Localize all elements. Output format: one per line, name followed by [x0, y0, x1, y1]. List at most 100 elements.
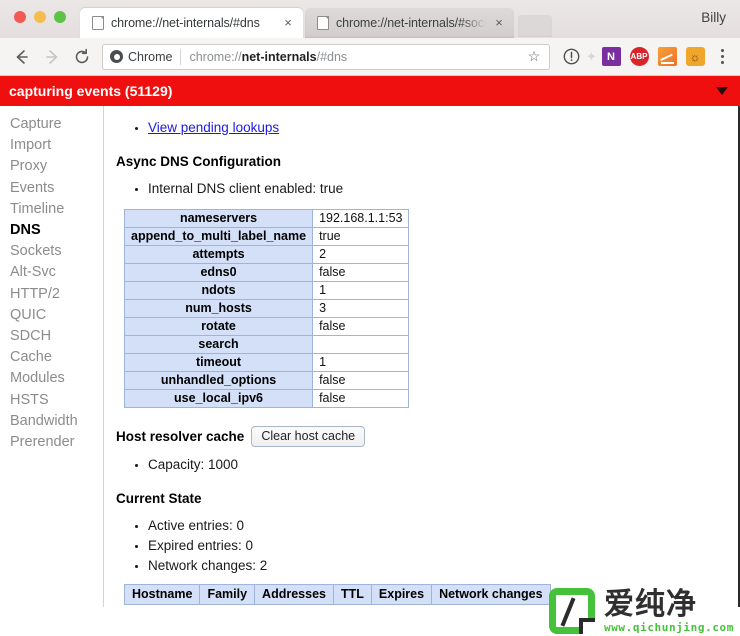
config-key: attempts — [123, 245, 314, 264]
list-item: Capacity: 1000 — [148, 455, 738, 475]
column-header-ttl[interactable]: TTL — [332, 584, 372, 605]
internal-dns-client-list: Internal DNS client enabled: true — [112, 179, 738, 199]
tab-title: chrome://net-internals/#dns — [111, 16, 260, 30]
bookmark-star-icon[interactable]: ☆ — [525, 48, 543, 65]
minimize-window-button[interactable] — [34, 11, 46, 23]
capacity-list: Capacity: 1000 — [112, 455, 738, 475]
page-body: Capture Import Proxy Events Timeline DNS… — [0, 106, 740, 607]
sidebar-item-cache[interactable]: Cache — [10, 347, 103, 368]
clear-host-cache-button[interactable]: Clear host cache — [251, 426, 366, 447]
config-key: timeout — [123, 353, 314, 372]
browser-toolbar: Chrome chrome://net-internals/#dns ☆ ✦ N… — [0, 38, 740, 76]
config-value: 1 — [312, 281, 410, 300]
table-row: ndots 1 — [123, 281, 410, 300]
column-header-expires[interactable]: Expires — [370, 584, 433, 605]
config-value: 1 — [312, 353, 410, 372]
config-key: edns0 — [123, 263, 314, 282]
onenote-extension-icon[interactable]: N — [598, 44, 624, 70]
pumpkin-glyph: ☼ — [685, 47, 705, 66]
reload-icon[interactable] — [68, 43, 96, 71]
sidebar-item-http2[interactable]: HTTP/2 — [10, 284, 103, 305]
async-dns-configuration-heading: Async DNS Configuration — [116, 154, 282, 169]
host-resolver-cache-heading: Host resolver cache — [116, 429, 245, 444]
table-row: rotate false — [123, 317, 410, 336]
table-row: use_local_ipv6 false — [123, 389, 410, 408]
list-item: Expired entries: 0 — [148, 536, 738, 556]
dns-panel: View pending lookups Async DNS Configura… — [104, 106, 738, 607]
page-icon — [317, 16, 329, 30]
page-icon — [92, 16, 104, 30]
sidebar-item-bandwidth[interactable]: Bandwidth — [10, 411, 103, 432]
close-icon[interactable]: × — [492, 16, 506, 30]
sidebar-item-modules[interactable]: Modules — [10, 368, 103, 389]
sidebar-item-quic[interactable]: QUIC — [10, 305, 103, 326]
chart-glyph — [657, 47, 677, 66]
config-key: ndots — [123, 281, 314, 300]
dns-config-table: nameservers 192.168.1.1:53 append_to_mul… — [123, 209, 410, 408]
abp-glyph: ABP — [629, 47, 649, 66]
forward-icon[interactable] — [38, 43, 66, 71]
address-bar[interactable]: Chrome chrome://net-internals/#dns ☆ — [102, 43, 550, 70]
tab-sockets[interactable]: chrome://net-internals/#socke × — [305, 8, 514, 38]
pending-lookups-list: View pending lookups — [112, 118, 738, 138]
column-header-network-changes[interactable]: Network changes — [431, 584, 551, 605]
zoom-window-button[interactable] — [54, 11, 66, 23]
list-item: View pending lookups — [148, 118, 738, 138]
sidebar-item-dns[interactable]: DNS — [10, 220, 103, 241]
url-path: /#dns — [316, 49, 348, 64]
config-key: search — [123, 335, 314, 354]
close-icon[interactable]: × — [281, 16, 295, 30]
browser-window: chrome://net-internals/#dns × chrome://n… — [0, 0, 740, 636]
adblock-plus-extension-icon[interactable]: ABP — [626, 44, 652, 70]
chevron-down-icon[interactable] — [716, 87, 728, 95]
config-key: unhandled_options — [123, 371, 314, 390]
sidebar-item-hsts[interactable]: HSTS — [10, 390, 103, 411]
sidebar-item-capture[interactable]: Capture — [10, 114, 103, 135]
new-tab-button[interactable] — [518, 15, 552, 37]
table-row: edns0 false — [123, 263, 410, 282]
sidebar-item-proxy[interactable]: Proxy — [10, 156, 103, 177]
config-value: false — [312, 371, 410, 390]
config-key: use_local_ipv6 — [123, 389, 314, 408]
profile-name[interactable]: Billy — [701, 10, 726, 25]
chart-extension-icon[interactable] — [654, 44, 680, 70]
sidebar-item-sockets[interactable]: Sockets — [10, 241, 103, 262]
pumpkin-extension-icon[interactable]: ☼ — [682, 44, 708, 70]
table-row: append_to_multi_label_name true — [123, 227, 410, 246]
window-traffic-lights — [14, 11, 66, 23]
view-pending-lookups-link[interactable]: View pending lookups — [148, 120, 279, 135]
sidebar-item-sdch[interactable]: SDCH — [10, 326, 103, 347]
host-resolver-cache-row: Host resolver cache Clear host cache — [116, 426, 738, 447]
pin-icon: ✦ — [586, 48, 597, 64]
column-header-family[interactable]: Family — [199, 584, 256, 605]
back-icon[interactable] — [8, 43, 36, 71]
omnibox-divider — [180, 48, 182, 65]
watermark: 爱纯净 www.qichunjing.com — [548, 588, 734, 634]
config-value: false — [312, 389, 410, 408]
page-info-icon[interactable] — [558, 44, 584, 70]
table-row: search — [123, 335, 410, 354]
sidebar-item-timeline[interactable]: Timeline — [10, 199, 103, 220]
column-header-addresses[interactable]: Addresses — [254, 584, 334, 605]
table-row: unhandled_options false — [123, 371, 410, 390]
security-chip[interactable]: Chrome — [110, 50, 172, 64]
capturing-events-label: capturing events (51129) — [9, 83, 173, 99]
config-key: append_to_multi_label_name — [123, 227, 314, 246]
sidebar-item-import[interactable]: Import — [10, 135, 103, 156]
close-window-button[interactable] — [14, 11, 26, 23]
url-text: chrome://net-internals/#dns — [189, 50, 525, 64]
config-value: false — [312, 317, 410, 336]
sidebar-item-events[interactable]: Events — [10, 178, 103, 199]
watermark-url: www.qichunjing.com — [603, 620, 734, 634]
chrome-menu-icon[interactable] — [712, 45, 732, 69]
sidebar-item-alt-svc[interactable]: Alt-Svc — [10, 262, 103, 283]
list-item: Internal DNS client enabled: true — [148, 179, 738, 199]
column-header-hostname[interactable]: Hostname — [123, 584, 201, 605]
config-value: false — [312, 263, 410, 282]
security-chip-label: Chrome — [128, 49, 173, 64]
tab-dns[interactable]: chrome://net-internals/#dns × — [80, 8, 303, 38]
capturing-events-bar[interactable]: capturing events (51129) — [0, 76, 740, 106]
current-state-list: Active entries: 0 Expired entries: 0 Net… — [112, 516, 738, 576]
watermark-text: 爱纯净 www.qichunjing.com — [603, 588, 734, 634]
sidebar-item-prerender[interactable]: Prerender — [10, 432, 103, 453]
